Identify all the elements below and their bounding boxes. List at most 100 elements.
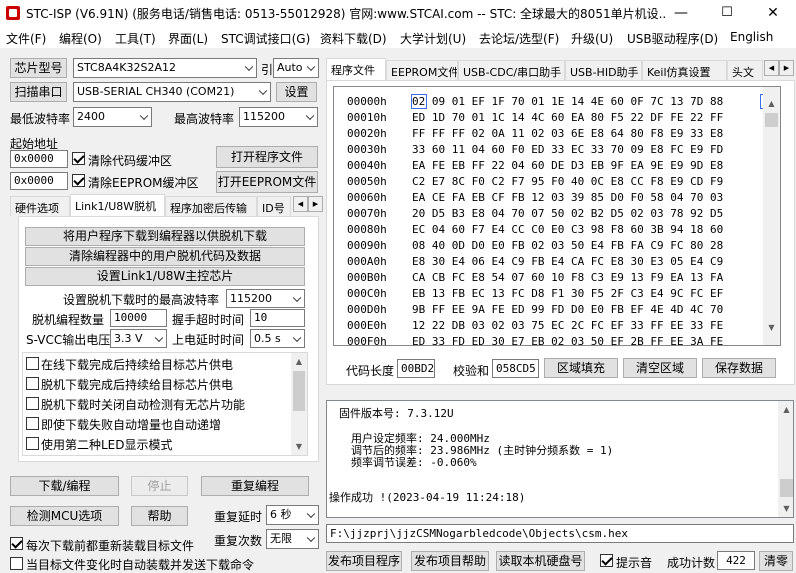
- hex-bytes[interactable]: 12 22 DB 03 02 03 75 EC 2C FC EF 33 FF E…: [412, 319, 723, 332]
- log-output[interactable]: 固件版本号: 7.3.12U 用户设定频率: 24.000MHz 调节后的频率:…: [326, 400, 794, 518]
- hex-editor[interactable]: 00000h 02 09 01 EF 1F 70 01 1E 14 4E 60 0…: [333, 86, 781, 346]
- clear-area-button[interactable]: 清空区域: [623, 358, 697, 378]
- offline-count-input[interactable]: 10000: [110, 309, 167, 327]
- port-select[interactable]: USB-SERIAL CH340 (COM21): [73, 82, 271, 102]
- hex-bytes[interactable]: EA FE EB FF 22 04 60 DE D3 EB 9F EA 9E E…: [412, 159, 723, 172]
- eeprom-start-address-input[interactable]: 0x0000: [10, 172, 68, 190]
- port-settings-button[interactable]: 设置: [276, 82, 317, 102]
- scroll-up-icon[interactable]: ▲: [763, 95, 780, 112]
- repeat-count-select[interactable]: 无限: [266, 529, 319, 549]
- tab-keil-simulation[interactable]: Keil仿真设置: [642, 60, 727, 80]
- power-on-delay-select[interactable]: 0.5 s: [250, 329, 305, 348]
- hex-bytes[interactable]: CA CB FC E8 54 07 60 10 F8 C3 E9 13 F9 E…: [412, 271, 723, 284]
- scroll-thumb[interactable]: [293, 371, 305, 411]
- tab-header-file[interactable]: 头文: [727, 60, 763, 80]
- detect-mcu-button[interactable]: 检测MCU选项: [10, 506, 119, 526]
- min-baud-select[interactable]: 2400: [73, 107, 152, 127]
- option-checkbox[interactable]: [26, 357, 39, 370]
- hex-bytes[interactable]: ED 1D 70 01 1C 14 4C 60 EA 80 F5 22 DF F…: [412, 111, 723, 124]
- menu-university[interactable]: 大学计划(U): [400, 30, 466, 47]
- chip-type-button[interactable]: 芯片型号: [10, 58, 67, 78]
- publish-program-button[interactable]: 发布项目程序: [326, 551, 402, 571]
- option-checkbox[interactable]: [26, 417, 39, 430]
- hex-bytes[interactable]: 02 09 01 EF 1F 70 01 1E 14 4E 60 0F 7C 1…: [412, 95, 723, 108]
- hex-bytes[interactable]: ED 33 FD ED 30 E7 EB 02 03 50 EF 2B FF E…: [412, 335, 723, 345]
- offline-max-baud-select[interactable]: 115200: [226, 289, 305, 308]
- code-start-address-input[interactable]: 0x0000: [10, 150, 68, 168]
- menu-usb-driver[interactable]: USB驱动程序(D): [627, 30, 718, 47]
- hex-bytes[interactable]: EC 04 60 F7 E4 CC C0 E0 C3 98 F8 60 3B 9…: [412, 223, 723, 236]
- tab-scroll-right-icon[interactable]: ▶: [308, 196, 323, 212]
- tab-scroll-left-icon[interactable]: ◀: [764, 60, 779, 76]
- repeat-program-button[interactable]: 重复编程: [201, 476, 309, 496]
- repeat-delay-select[interactable]: 6 秒: [266, 505, 319, 525]
- read-disk-id-button[interactable]: 读取本机硬盘号: [496, 551, 585, 571]
- file-path-field[interactable]: F:\jjzprj\jjzCSMNogarbledcode\Objects\cs…: [326, 524, 794, 543]
- pin-count-select[interactable]: Auto: [273, 58, 319, 78]
- options-scrollbar[interactable]: ▲ ▼: [291, 353, 307, 455]
- scroll-up-icon[interactable]: ▲: [291, 353, 307, 370]
- hex-scrollbar[interactable]: ▲ ▼: [763, 87, 780, 345]
- tab-serial-assistant[interactable]: USB-CDC/串口助手: [458, 60, 565, 80]
- scroll-up-icon[interactable]: ▲: [778, 401, 793, 418]
- tab-id-number[interactable]: ID号: [257, 196, 291, 216]
- hex-bytes[interactable]: 33 60 11 04 60 F0 ED 33 EC 33 70 09 E8 F…: [412, 143, 723, 156]
- menu-tools[interactable]: 工具(T): [115, 30, 156, 47]
- set-link1-master-chip-button[interactable]: 设置Link1/U8W主控芯片: [25, 267, 305, 286]
- hex-bytes[interactable]: 9B FF EE 9A FE ED 99 FD D0 E0 FB EF 4E 4…: [412, 303, 723, 316]
- svcc-voltage-select[interactable]: 3.3 V: [110, 329, 167, 348]
- option-checkbox[interactable]: [26, 437, 39, 450]
- clear-code-buffer-checkbox[interactable]: [72, 152, 85, 165]
- scroll-thumb[interactable]: [780, 479, 793, 497]
- tab-program-file[interactable]: 程序文件: [326, 58, 386, 80]
- menu-program[interactable]: 编程(O): [59, 30, 102, 47]
- open-eeprom-file-button[interactable]: 打开EEPROM文件: [216, 171, 318, 193]
- menu-download-docs[interactable]: 资料下载(D): [320, 30, 387, 47]
- hex-bytes[interactable]: C2 E7 8C F0 C2 F7 95 F0 40 0C E8 CC F8 E…: [412, 175, 723, 188]
- menu-interface[interactable]: 界面(L): [168, 30, 208, 47]
- handshake-timeout-input[interactable]: 10: [250, 309, 305, 327]
- option-checkbox[interactable]: [26, 377, 39, 390]
- open-program-file-button[interactable]: 打开程序文件: [216, 146, 318, 168]
- reset-count-button[interactable]: 清零: [759, 551, 793, 571]
- tab-encrypted-transfer[interactable]: 程序加密后传输: [165, 196, 257, 216]
- tab-link1-offline[interactable]: Link1/U8W脱机: [70, 194, 165, 216]
- area-fill-button[interactable]: 区域填充: [544, 358, 618, 378]
- clear-eeprom-buffer-checkbox[interactable]: [72, 174, 85, 187]
- menu-english[interactable]: English: [730, 30, 773, 44]
- close-button[interactable]: ✕: [750, 0, 796, 26]
- hex-bytes[interactable]: EB 13 FB EC 13 FC D8 F1 30 F5 2F C3 E4 9…: [412, 287, 723, 300]
- maximize-button[interactable]: ☐: [704, 0, 750, 26]
- scroll-down-icon[interactable]: ▼: [778, 500, 793, 517]
- download-to-programmer-button[interactable]: 将用户程序下载到编程器以供脱机下载: [25, 227, 305, 246]
- download-program-button[interactable]: 下载/编程: [10, 476, 119, 496]
- beep-checkbox[interactable]: [600, 554, 613, 567]
- menu-upgrade[interactable]: 升级(U): [571, 30, 613, 47]
- menu-debug-interface[interactable]: STC调试接口(G): [221, 30, 310, 47]
- tab-hid-assistant[interactable]: USB-HID助手: [565, 60, 642, 80]
- tab-hardware-options[interactable]: 硬件选项: [10, 196, 70, 216]
- help-button[interactable]: 帮助: [131, 506, 188, 526]
- tab-scroll-right-icon[interactable]: ▶: [779, 60, 794, 76]
- hex-bytes[interactable]: 08 40 0D D0 E0 FB 02 03 50 E4 FB FA C9 F…: [412, 239, 723, 252]
- max-baud-select[interactable]: 115200: [239, 107, 318, 127]
- menu-file[interactable]: 文件(F): [6, 30, 46, 47]
- hex-bytes[interactable]: 20 D5 B3 E8 04 70 07 50 02 B2 D5 02 03 7…: [412, 207, 723, 220]
- menu-forum[interactable]: 去论坛/选型(F): [479, 30, 559, 47]
- reload-before-download-checkbox[interactable]: [10, 537, 23, 550]
- auto-load-checkbox[interactable]: [10, 557, 23, 570]
- hex-bytes[interactable]: EA CE FA EB CF FB 12 03 39 85 D0 F0 58 0…: [412, 191, 723, 204]
- hex-bytes[interactable]: E8 30 E4 06 E4 C9 FB E4 CA FC E8 30 E3 0…: [412, 255, 723, 268]
- scroll-down-icon[interactable]: ▼: [763, 319, 780, 336]
- scroll-thumb[interactable]: [765, 113, 778, 127]
- tab-scroll-left-icon[interactable]: ◀: [293, 196, 308, 212]
- tab-eeprom-file[interactable]: EEPROM文件: [386, 60, 458, 80]
- hex-bytes[interactable]: FF FF FF 02 0A 11 02 03 6E E8 64 80 F8 E…: [412, 127, 723, 140]
- publish-help-button[interactable]: 发布项目帮助: [411, 551, 489, 571]
- minimize-button[interactable]: —: [658, 0, 704, 26]
- chip-type-select[interactable]: STC8A4K32S2A12: [73, 58, 257, 78]
- stop-button[interactable]: 停止: [131, 476, 188, 496]
- log-scrollbar[interactable]: ▲ ▼: [778, 401, 793, 517]
- scan-port-button[interactable]: 扫描串口: [10, 82, 67, 102]
- save-data-button[interactable]: 保存数据: [702, 358, 776, 378]
